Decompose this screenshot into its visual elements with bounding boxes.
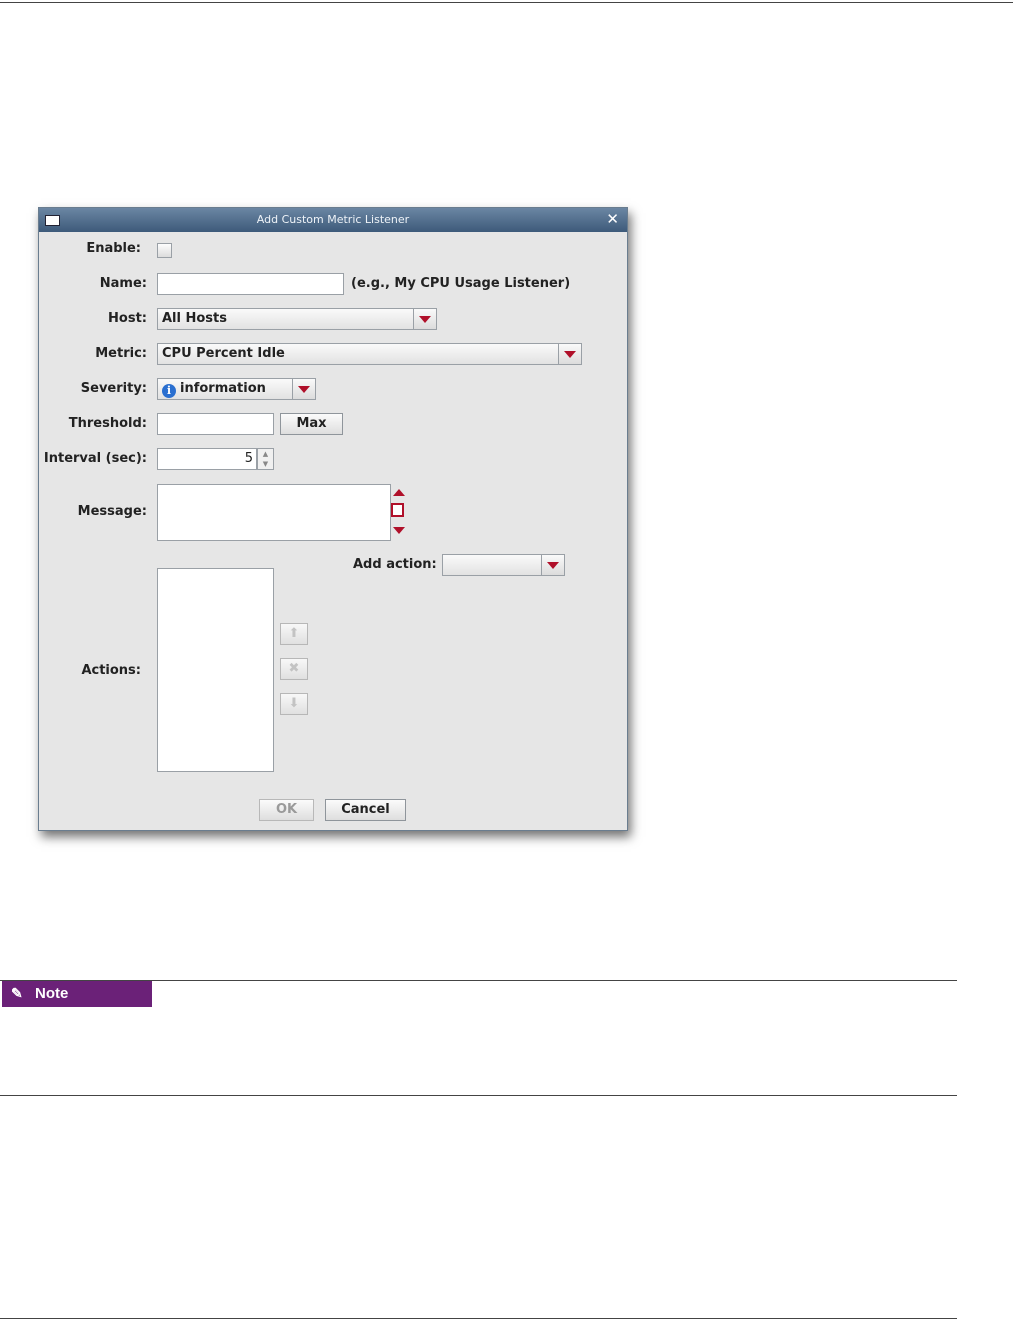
interval-label: Interval (sec): <box>43 451 147 466</box>
top-rule <box>0 2 1013 3</box>
scroll-down-icon[interactable] <box>393 527 405 534</box>
cancel-button[interactable]: Cancel <box>325 799 406 821</box>
move-down-button[interactable]: ⬇ <box>280 693 308 715</box>
chevron-down-icon[interactable] <box>413 309 436 329</box>
add-action-select[interactable] <box>442 554 565 576</box>
message-scrollbar[interactable] <box>390 484 408 541</box>
metric-select-value: CPU Percent Idle <box>162 346 285 361</box>
delete-icon: ✖ <box>288 661 300 676</box>
name-label: Name: <box>99 276 147 291</box>
host-select[interactable]: All Hosts <box>157 308 437 330</box>
chevron-down-icon[interactable] <box>558 344 581 364</box>
name-hint: (e.g., My CPU Usage Listener) <box>351 276 571 291</box>
interval-stepper[interactable]: ▲ ▼ <box>257 448 274 470</box>
severity-label: Severity: <box>80 381 147 396</box>
threshold-label: Threshold: <box>68 416 147 431</box>
move-up-button[interactable]: ⬆ <box>280 623 308 645</box>
actions-label: Actions: <box>81 663 141 678</box>
pencil-icon: ✎ <box>11 985 23 1001</box>
severity-text: information <box>180 381 266 396</box>
scroll-thumb[interactable] <box>391 503 404 517</box>
host-select-value: All Hosts <box>162 311 227 326</box>
enable-checkbox[interactable] <box>157 243 172 258</box>
metric-label: Metric: <box>95 346 147 361</box>
add-custom-metric-listener-dialog: Add Custom Metric Listener ✕ Enable: Nam… <box>38 207 628 831</box>
interval-spinner-field[interactable]: 5 <box>157 448 257 470</box>
arrow-up-icon: ⬆ <box>288 626 300 641</box>
ok-button[interactable]: OK <box>259 799 314 821</box>
stepper-down-icon[interactable]: ▼ <box>258 459 273 469</box>
information-icon: i <box>162 384 176 398</box>
arrow-down-icon: ⬇ <box>288 696 300 711</box>
metric-select[interactable]: CPU Percent Idle <box>157 343 582 365</box>
max-button[interactable]: Max <box>280 413 343 435</box>
name-field[interactable] <box>157 273 344 295</box>
note-bottom-rule <box>0 1095 957 1096</box>
host-label: Host: <box>108 311 147 326</box>
actions-list[interactable] <box>157 568 274 772</box>
interval-value: 5 <box>244 451 253 466</box>
severity-select-value: i information <box>162 381 266 398</box>
enable-label: Enable: <box>86 241 141 256</box>
dialog-title: Add Custom Metric Listener <box>256 213 410 226</box>
threshold-field[interactable] <box>157 413 274 435</box>
add-action-label: Add action: <box>353 557 437 572</box>
note-badge: ✎ Note <box>2 981 152 1007</box>
message-textarea[interactable] <box>157 484 391 541</box>
chevron-down-icon[interactable] <box>541 555 564 575</box>
close-icon[interactable]: ✕ <box>606 210 619 228</box>
note-label: Note <box>35 985 69 1002</box>
remove-action-button[interactable]: ✖ <box>280 658 308 680</box>
chevron-down-icon[interactable] <box>292 379 315 399</box>
title-bar[interactable]: Add Custom Metric Listener ✕ <box>39 208 627 232</box>
scroll-up-icon[interactable] <box>393 489 405 496</box>
footer-rule <box>0 1318 957 1319</box>
severity-select[interactable]: i information <box>157 378 316 400</box>
message-label: Message: <box>77 504 147 519</box>
stepper-up-icon[interactable]: ▲ <box>258 449 273 459</box>
